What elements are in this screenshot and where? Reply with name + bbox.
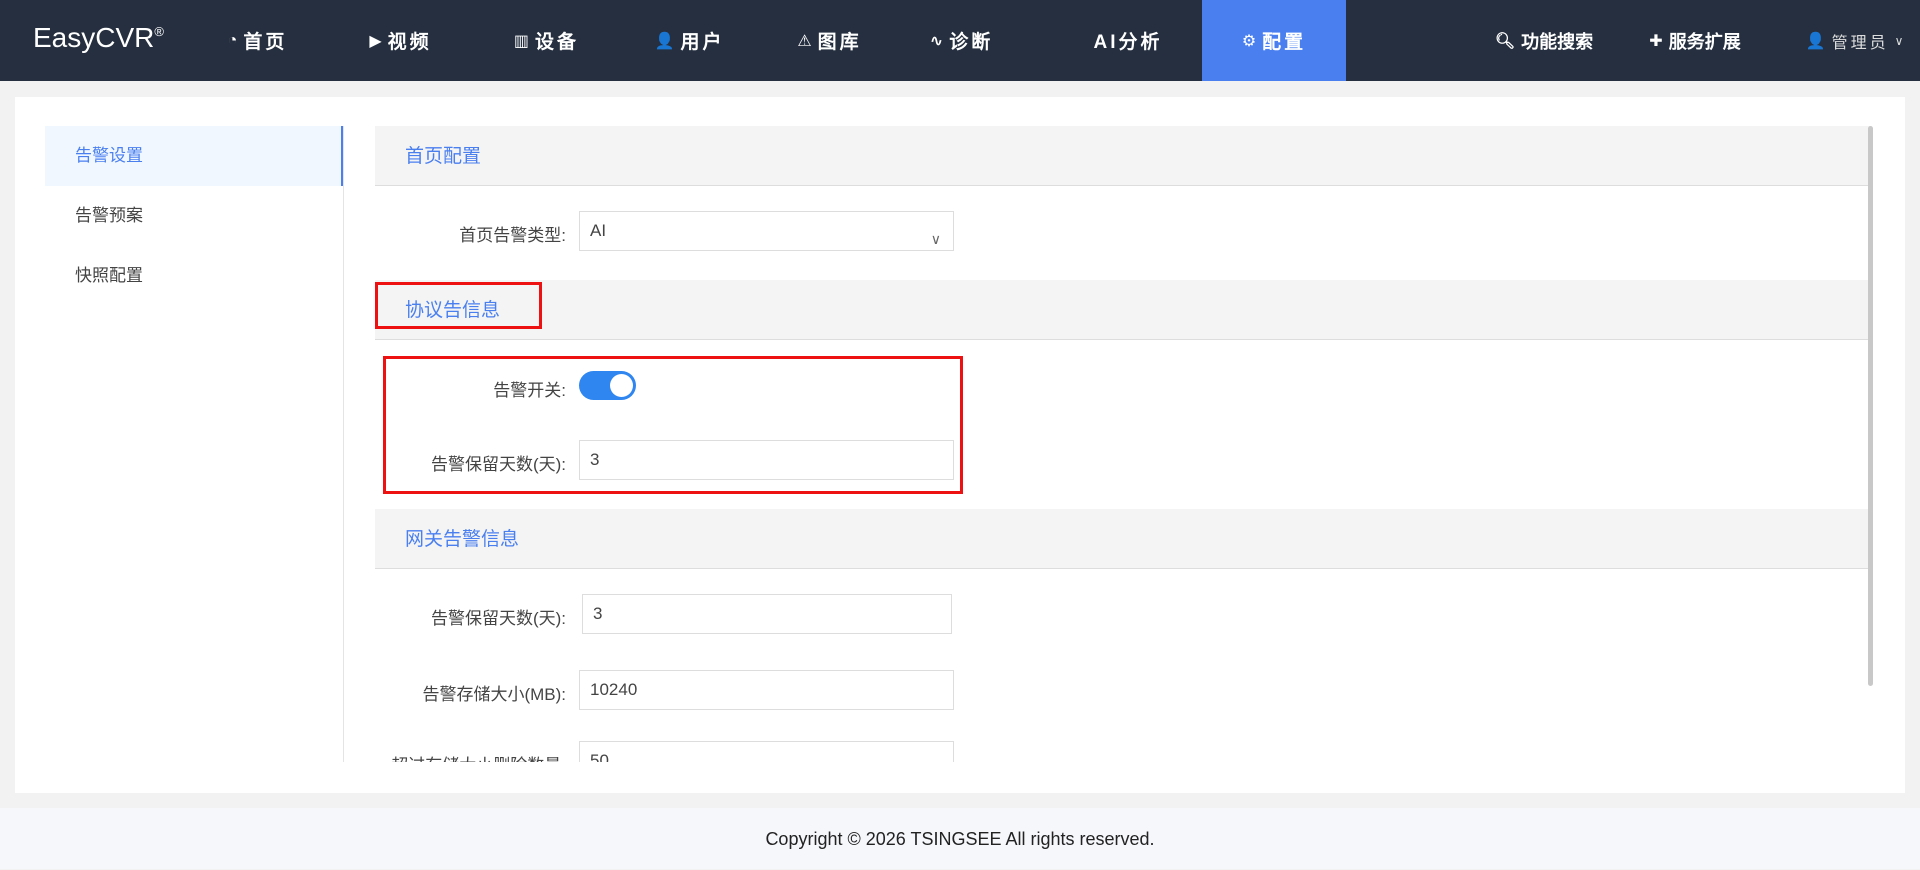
- nav-ai-analysis[interactable]: AI分析: [1080, 0, 1176, 81]
- chevron-down-icon: ∨: [930, 231, 941, 247]
- divider: [343, 126, 344, 762]
- pulse-icon: ∿: [929, 32, 944, 50]
- sidebar-item-alarm-settings[interactable]: 告警设置: [45, 126, 343, 186]
- nav-home[interactable]: ◔ 首页: [215, 0, 300, 81]
- top-nav-bar: EasyCVR® ◔ 首页 ▶ 视频 ▥ 设备 👤 用户 ⚠ 图库 ∿ 诊断 AI分析 ⚙ 配…: [0, 0, 1920, 81]
- highlight-box-title: [375, 282, 542, 329]
- gateway-days-input[interactable]: 3: [582, 594, 952, 634]
- sidebar: 告警设置 告警预案 快照配置: [45, 126, 343, 306]
- nav-label: 诊断: [949, 32, 994, 53]
- nav-label: 首页: [243, 32, 288, 53]
- gear-icon: ⚙: [1241, 32, 1257, 50]
- function-search-button[interactable]: 🔍︎ 功能搜索: [1490, 0, 1598, 81]
- nav-label: 用户: [680, 32, 725, 53]
- home-alarm-type-select[interactable]: AI ∨: [579, 211, 954, 251]
- nav-video[interactable]: ▶ 视频: [358, 0, 443, 81]
- section-header-protocol: 协议告信息: [375, 280, 1871, 340]
- search-label: 功能搜索: [1521, 31, 1594, 52]
- nav-gallery[interactable]: ⚠ 图库: [787, 0, 872, 81]
- section-header-gateway: 网关告警信息: [375, 509, 1871, 569]
- dashboard-icon: ◔: [227, 31, 238, 49]
- user-name: 管理员: [1831, 34, 1889, 52]
- nav-label: 图库: [817, 32, 862, 53]
- search-icon: 🔍︎: [1494, 32, 1516, 50]
- nav-label: AI分析: [1093, 32, 1163, 53]
- nav-user[interactable]: 👤 用户: [647, 0, 732, 81]
- gateway-days-label: 告警保留天数(天):: [430, 609, 566, 628]
- delete-count-input[interactable]: 50: [579, 741, 954, 762]
- puzzle-icon: ✚: [1649, 32, 1663, 50]
- user-menu[interactable]: 👤 管理员 ∨: [1806, 0, 1906, 81]
- delete-count-label: 超过存储大小删除数量:: [375, 751, 566, 762]
- alarm-light-icon: ⚠: [797, 32, 812, 50]
- avatar-icon: 👤: [1805, 32, 1826, 50]
- footer: Copyright © 2026 TSINGSEE All rights res…: [0, 808, 1920, 869]
- home-alarm-type-label: 首页告警类型:: [459, 226, 566, 245]
- nav-label: 视频: [387, 32, 432, 53]
- section-header-home: 首页配置: [375, 126, 1871, 186]
- nav-device[interactable]: ▥ 设备: [504, 0, 589, 81]
- highlight-box-fields: [383, 356, 963, 494]
- nav-config[interactable]: ⚙ 配置: [1202, 0, 1346, 81]
- device-icon: ▥: [513, 32, 530, 50]
- logo[interactable]: EasyCVR®: [33, 22, 164, 54]
- play-icon: ▶: [369, 32, 382, 50]
- logo-text: EasyCVR: [33, 22, 155, 53]
- scrollbar[interactable]: [1868, 126, 1873, 686]
- nav-label: 设备: [535, 32, 580, 53]
- registered-mark: ®: [154, 24, 164, 39]
- nav-diagnose[interactable]: ∿ 诊断: [919, 0, 1004, 81]
- extend-label: 服务扩展: [1668, 31, 1741, 52]
- storage-size-input[interactable]: 10240: [579, 670, 954, 710]
- service-extend-button[interactable]: ✚ 服务扩展: [1640, 0, 1750, 81]
- chevron-down-icon: ∨: [1894, 33, 1907, 48]
- sidebar-item-alarm-plan[interactable]: 告警预案: [45, 186, 343, 246]
- sidebar-item-snapshot-config[interactable]: 快照配置: [45, 246, 343, 306]
- select-value: AI: [590, 221, 607, 240]
- nav-label: 配置: [1262, 32, 1307, 53]
- storage-size-label: 告警存储大小(MB):: [422, 685, 566, 704]
- user-gear-icon: 👤: [654, 32, 675, 50]
